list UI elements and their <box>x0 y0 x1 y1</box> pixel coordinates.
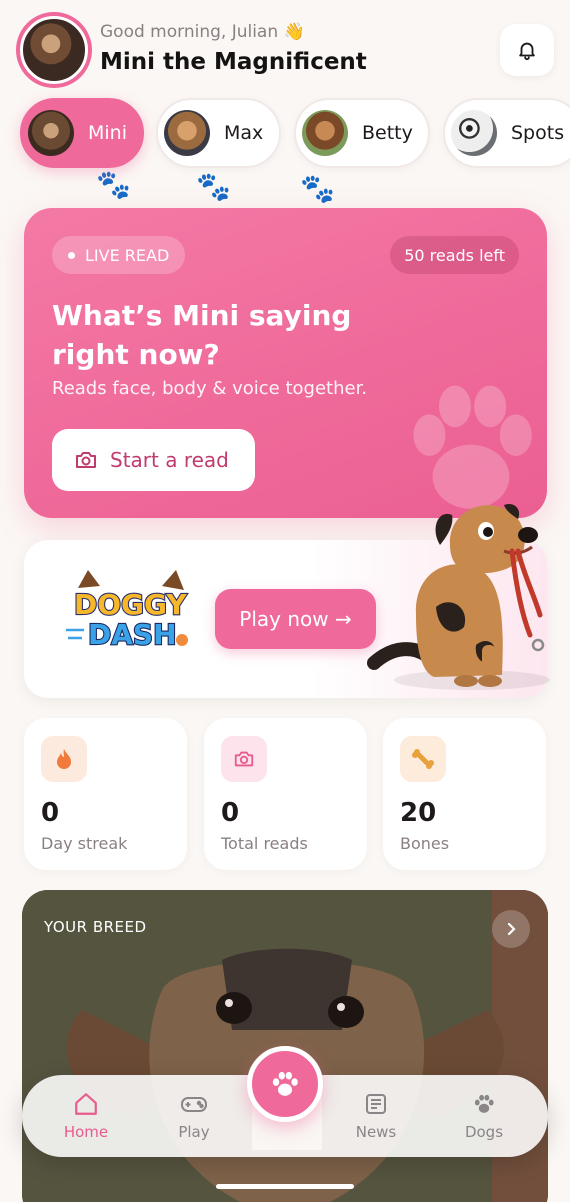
background-paw-icon: 🐾 <box>196 170 231 203</box>
dog-chip-label: Max <box>224 122 264 144</box>
dog-chip-label: Betty <box>362 122 413 144</box>
stat-value: 0 <box>221 798 240 828</box>
dog-chip-label: Spots <box>511 122 565 144</box>
stat-day-streak[interactable]: 0 Day streak <box>24 718 187 870</box>
home-indicator <box>216 1184 354 1189</box>
dog-avatar <box>302 110 348 156</box>
home-icon <box>75 1093 97 1115</box>
chevron-right-icon <box>507 922 516 936</box>
dog-with-leash-illustration <box>367 503 550 690</box>
logo-line-1: DOGGY <box>74 588 187 621</box>
nav-news[interactable]: News <box>336 1091 416 1141</box>
greeting: Good morning, Julian 👋 <box>100 22 305 42</box>
nav-dogs-label: Dogs <box>464 1123 504 1141</box>
dog-avatar <box>164 110 210 156</box>
start-read-button[interactable]: Start a read <box>52 429 255 491</box>
paw-icon <box>272 1071 298 1096</box>
stat-value: 0 <box>41 798 60 828</box>
gamepad-icon <box>181 1097 207 1112</box>
news-icon <box>366 1094 386 1114</box>
nav-home-label: Home <box>63 1123 109 1141</box>
background-paw-icon: 🐾 <box>300 172 335 205</box>
nav-home[interactable]: Home <box>46 1091 126 1141</box>
stat-total-reads[interactable]: 0 Total reads <box>204 718 367 870</box>
header: Good morning, Julian 👋 Mini the Magnific… <box>16 12 554 88</box>
dog-chip-spots[interactable]: Spots <box>443 98 570 168</box>
flame-icon <box>41 736 87 782</box>
nav-play[interactable]: Play <box>154 1091 234 1141</box>
dog-chip-max[interactable]: Max <box>156 98 281 168</box>
live-read-title: What’s Mini saying right now? <box>52 299 352 371</box>
logo-line-2: DASH <box>88 618 177 651</box>
dog-chip-mini[interactable]: Mini <box>20 98 144 168</box>
start-read-label: Start a read <box>110 448 229 472</box>
doggy-dash-card[interactable]: DOGGY DASH Play now → <box>24 503 550 698</box>
dog-avatar <box>28 110 74 156</box>
doggy-dash-logo: DOGGY DASH <box>66 570 188 652</box>
play-now-button[interactable]: Play now → <box>215 589 376 649</box>
live-read-subtitle: Reads face, body & voice together. <box>52 378 368 399</box>
background-paw-icon: 🐾 <box>96 168 131 201</box>
active-dog-avatar[interactable] <box>16 12 92 88</box>
dog-chip-betty[interactable]: Betty <box>294 98 430 168</box>
breed-next-button[interactable] <box>492 910 530 948</box>
camera-icon <box>221 736 267 782</box>
bell-icon <box>519 42 535 61</box>
paw-icon <box>474 1094 494 1113</box>
stat-label: Bones <box>400 834 450 853</box>
live-read-badge-label: LIVE READ <box>85 245 170 265</box>
nav-news-label: News <box>355 1123 397 1141</box>
dog-selector: Mini Max Betty Spots <box>20 98 570 170</box>
live-read-badge: LIVE READ <box>52 236 186 274</box>
notifications-button[interactable] <box>500 24 554 76</box>
camera-icon <box>76 452 96 468</box>
your-breed-label: YOUR BREED <box>44 918 147 936</box>
bone-icon <box>400 736 446 782</box>
dog-chip-label: Mini <box>88 122 127 144</box>
live-dot-icon <box>68 251 75 259</box>
dog-avatar <box>451 110 497 156</box>
stat-value: 20 <box>400 798 437 828</box>
stat-label: Day streak <box>41 834 128 853</box>
stat-label: Total reads <box>221 834 308 853</box>
reads-left-badge: 50 reads left <box>390 236 519 274</box>
stat-bones[interactable]: 20 Bones <box>383 718 546 870</box>
nav-dogs[interactable]: Dogs <box>444 1091 524 1141</box>
nav-play-label: Play <box>178 1123 210 1141</box>
center-paw-button[interactable] <box>247 1046 323 1122</box>
live-read-card: LIVE READ 50 reads left What’s Mini sayi… <box>24 208 547 518</box>
dog-name-title: Mini the Magnificent <box>100 49 367 75</box>
